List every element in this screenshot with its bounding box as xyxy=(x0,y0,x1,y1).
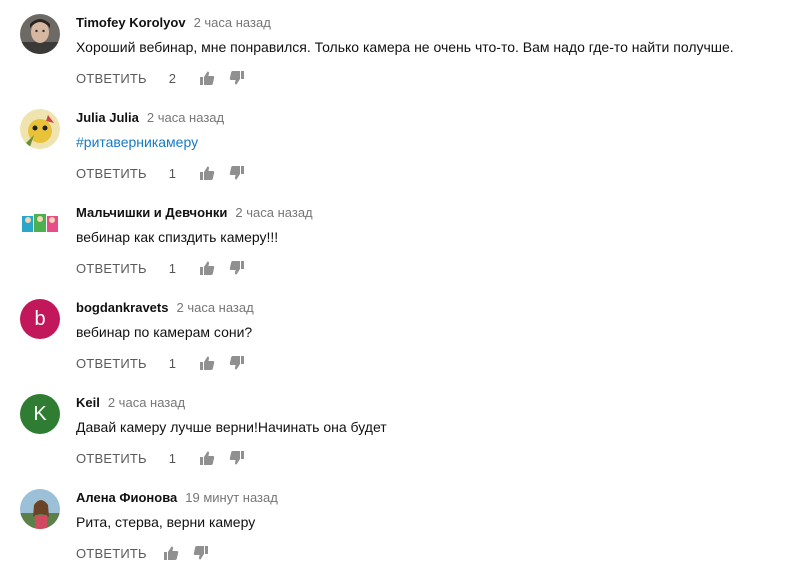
like-count: 1 xyxy=(168,260,176,276)
comment-author[interactable]: bogdankravets xyxy=(76,300,168,315)
comment-item: b bogdankravets 2 часа назад вебинар по к… xyxy=(0,285,788,380)
comment-author[interactable]: Алена Фионова xyxy=(76,490,177,505)
avatar[interactable]: b xyxy=(20,299,60,339)
thumbs-down-icon[interactable] xyxy=(229,70,245,86)
thumbs-up-icon[interactable] xyxy=(199,355,215,371)
comment-item: Julia Julia 2 часа назад #ритаверникамеру… xyxy=(0,95,788,190)
comment-author[interactable]: Keil xyxy=(76,395,100,410)
comment-timestamp[interactable]: 2 часа назад xyxy=(108,395,185,410)
comment-text: Рита, стерва, верни камеру xyxy=(76,514,256,530)
comment-timestamp[interactable]: 2 часа назад xyxy=(235,205,312,220)
comment-timestamp[interactable]: 2 часа назад xyxy=(147,110,224,125)
comment-item: Мальчишки и Девчонки 2 часа назад вебинар… xyxy=(0,190,788,285)
avatar-letter: b xyxy=(34,307,46,330)
comment-timestamp[interactable]: 2 часа назад xyxy=(176,300,253,315)
hashtag-link[interactable]: #ритаверникамеру xyxy=(76,132,198,152)
reply-button[interactable]: ОТВЕТИТЬ xyxy=(76,546,147,561)
thumbs-down-icon[interactable] xyxy=(229,450,245,466)
avatar[interactable]: K xyxy=(20,394,60,434)
comment-text: вебинар по камерам сони? xyxy=(76,324,253,340)
avatar[interactable] xyxy=(20,14,60,54)
comment-header: Julia Julia 2 часа назад xyxy=(76,110,224,126)
comment-actions: ОТВЕТИТЬ xyxy=(76,544,209,562)
comment-header: Мальчишки и Девчонки 2 часа назад xyxy=(76,205,313,221)
comment-actions: ОТВЕТИТЬ 2 xyxy=(76,69,245,87)
comment-header: Keil 2 часа назад xyxy=(76,395,185,411)
avatar-letter: K xyxy=(33,402,47,425)
reply-button[interactable]: ОТВЕТИТЬ xyxy=(76,71,147,86)
avatar[interactable] xyxy=(20,109,60,149)
comment-actions: ОТВЕТИТЬ 1 xyxy=(76,354,245,372)
comment-author[interactable]: Timofey Korolyov xyxy=(76,15,186,30)
thumbs-up-icon[interactable] xyxy=(163,545,179,561)
comment-timestamp[interactable]: 2 часа назад xyxy=(194,15,271,30)
comment-header: bogdankravets 2 часа назад xyxy=(76,300,254,316)
comment-header: Timofey Korolyov 2 часа назад xyxy=(76,15,271,31)
thumbs-down-icon[interactable] xyxy=(229,260,245,276)
reply-button[interactable]: ОТВЕТИТЬ xyxy=(76,451,147,466)
comment-author[interactable]: Мальчишки и Девчонки xyxy=(76,205,227,220)
comment-author[interactable]: Julia Julia xyxy=(76,110,139,125)
like-count: 1 xyxy=(168,165,176,181)
thumbs-up-icon[interactable] xyxy=(199,70,215,86)
thumbs-up-icon[interactable] xyxy=(199,260,215,276)
thumbs-down-icon[interactable] xyxy=(193,545,209,561)
comment-text: Хороший вебинар, мне понравился. Только … xyxy=(76,39,734,55)
comment-header: Алена Фионова 19 минут назад xyxy=(76,490,278,506)
comment-actions: ОТВЕТИТЬ 1 xyxy=(76,449,245,467)
reply-button[interactable]: ОТВЕТИТЬ xyxy=(76,261,147,276)
comment-item: Алена Фионова 19 минут назад Рита, стерва… xyxy=(0,475,788,570)
comment-timestamp[interactable]: 19 минут назад xyxy=(185,490,278,505)
thumbs-down-icon[interactable] xyxy=(229,165,245,181)
comment-item: K Keil 2 часа назад Давай камеру лучше ве… xyxy=(0,380,788,475)
comments-list: Timofey Korolyov 2 часа назад Хороший веб… xyxy=(0,0,788,583)
comment-item: Timofey Korolyov 2 часа назад Хороший веб… xyxy=(0,0,788,95)
like-count: 2 xyxy=(168,70,176,86)
comment-text: Давай камеру лучше верни!Начинать она бу… xyxy=(76,419,387,435)
like-count: 1 xyxy=(168,355,176,371)
comment-actions: ОТВЕТИТЬ 1 xyxy=(76,164,245,182)
comment-text: вебинар как спиздить камеру!!! xyxy=(76,229,279,245)
reply-button[interactable]: ОТВЕТИТЬ xyxy=(76,166,147,181)
thumbs-up-icon[interactable] xyxy=(199,165,215,181)
reply-button[interactable]: ОТВЕТИТЬ xyxy=(76,356,147,371)
comment-actions: ОТВЕТИТЬ 1 xyxy=(76,259,245,277)
avatar[interactable] xyxy=(20,489,60,529)
thumbs-down-icon[interactable] xyxy=(229,355,245,371)
thumbs-up-icon[interactable] xyxy=(199,450,215,466)
avatar[interactable] xyxy=(20,204,60,244)
like-count: 1 xyxy=(168,450,176,466)
